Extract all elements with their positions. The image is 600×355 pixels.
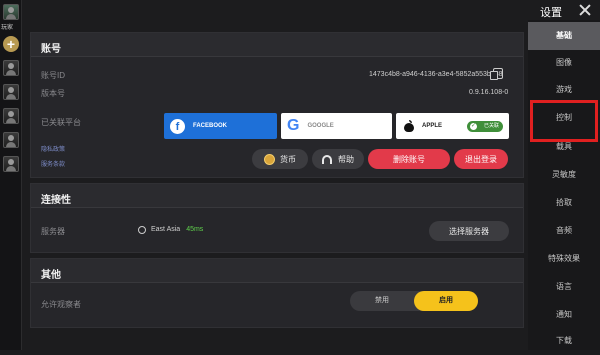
allow-observer-label: 允许观察者 [41,300,81,309]
help-button[interactable]: 帮助 [312,149,364,169]
linked-badge-label: 已关联 [483,123,499,129]
tab-pickup[interactable]: 拾取 [528,189,600,217]
connectivity-header [31,184,523,208]
globe-icon [138,226,146,234]
logout-button[interactable]: 退出登录 [454,149,508,169]
facebook-login-button[interactable]: f FACEBOOK [164,113,277,139]
friend-avatar[interactable] [3,132,19,148]
privacy-policy-link[interactable]: 隐私政策 [41,144,65,153]
headset-icon [322,154,332,164]
terms-of-service-link[interactable]: 服务条款 [41,159,65,168]
delete-account-button[interactable]: 删除账号 [368,149,450,169]
logout-label: 退出登录 [465,154,497,164]
tab-audio[interactable]: 音频 [528,217,600,245]
other-section-title: 其他 [41,270,61,281]
coins-button[interactable]: 货币 [252,149,308,169]
linked-badge: ✓ 已关联 [467,121,503,132]
google-login-button[interactable]: G GOOGLE [281,113,392,139]
settings-tabs: 基础 图像 游戏 控制 载具 灵敏度 拾取 音频 特殊效果 语言 通知 下载 [528,20,600,350]
version-value: 0.9.16.108-0 [469,89,509,96]
friend-avatar[interactable] [3,108,19,124]
player-avatar[interactable] [3,4,19,20]
check-icon: ✓ [470,123,477,130]
friend-avatar[interactable] [3,60,19,76]
server-value: East Asia 45ms [151,226,203,233]
account-id-label: 账号ID [41,71,65,80]
close-icon[interactable] [578,3,592,17]
select-server-button[interactable]: 选择服务器 [429,221,509,241]
server-label: 服务器 [41,227,65,236]
account-id-value: 1473c4b8-a946-4136-a3e4-5852a553be88 [369,71,503,78]
linked-platforms-label: 已关联平台 [41,118,81,127]
friend-avatar[interactable] [3,156,19,172]
account-section: 账号 账号ID 1473c4b8-a946-4136-a3e4-5852a553… [30,32,524,178]
window-title: 设置 [540,7,562,19]
coins-label: 货币 [280,154,296,164]
tab-graphics[interactable]: 图像 [528,49,600,77]
help-label: 帮助 [338,154,354,164]
tab-language[interactable]: 语言 [528,273,600,301]
highlight-box [530,100,598,142]
toggle-off-option[interactable]: 禁用 [350,291,414,311]
tab-effects[interactable]: 特殊效果 [528,245,600,273]
server-name: East Asia [151,226,181,233]
account-section-title: 账号 [41,44,61,55]
friends-sidebar: 玩家 + [0,0,22,350]
apple-label: APPLE [422,123,443,129]
coin-icon [264,153,275,165]
tab-sensitivity[interactable]: 灵敏度 [528,161,600,189]
add-friend-icon[interactable]: + [3,36,19,52]
tab-notifications[interactable]: 通知 [528,301,600,329]
facebook-icon: f [170,118,185,134]
account-header [31,33,523,57]
player-name: 玩家 [1,25,14,31]
google-label: GOOGLE [307,123,334,129]
connectivity-section: 连接性 服务器 East Asia 45ms 选择服务器 [30,183,524,253]
copy-icon[interactable] [490,68,503,80]
connectivity-section-title: 连接性 [41,195,71,206]
version-label: 版本号 [41,89,65,98]
apple-login-button[interactable]: APPLE ✓ 已关联 [396,113,509,139]
toggle-on-option[interactable]: 启用 [414,291,478,311]
delete-account-label: 删除账号 [393,154,425,164]
other-header [31,259,523,283]
settings-screen: 玩家 + 设置 账号 账号ID 1473c4b8-a946-4136-a3e4-… [0,0,600,350]
observer-toggle[interactable]: 禁用 启用 [350,291,478,311]
friend-avatar[interactable] [3,84,19,100]
tab-download[interactable]: 下载 [528,327,600,355]
ping-value: 45ms [186,226,204,233]
google-icon: G [287,117,300,134]
apple-icon [404,120,414,132]
select-server-label: 选择服务器 [449,226,489,236]
facebook-label: FACEBOOK [193,123,228,129]
tab-basic[interactable]: 基础 [528,22,600,50]
